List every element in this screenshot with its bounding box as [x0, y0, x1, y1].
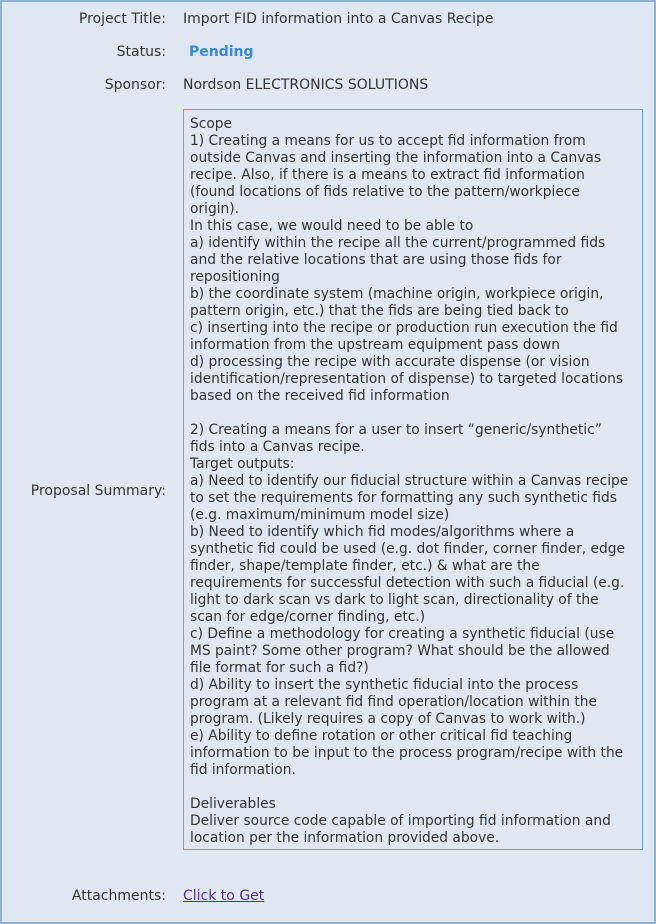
proposal-summary-text[interactable]: Scope 1) Creating a means for us to acce…	[183, 109, 643, 850]
status-label: Status:	[116, 44, 166, 60]
sponsor-value: Nordson ELECTRONICS SOLUTIONS	[183, 77, 429, 93]
attachments-link[interactable]: Click to Get	[183, 888, 264, 904]
status-value: Pending	[189, 44, 254, 60]
project-title-value: Import FID information into a Canvas Rec…	[183, 11, 494, 27]
sponsor-label: Sponsor:	[104, 77, 166, 93]
project-detail-panel: Project Title: Import FID information in…	[0, 0, 656, 924]
project-title-label: Project Title:	[78, 11, 166, 27]
proposal-summary-label: Proposal Summary:	[30, 483, 166, 499]
attachments-label: Attachments:	[71, 888, 166, 904]
